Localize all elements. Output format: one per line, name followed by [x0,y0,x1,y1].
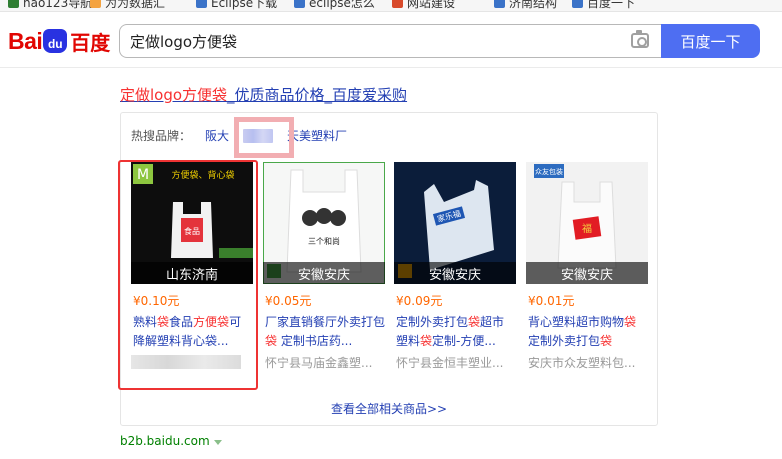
domain-text: b2b.baidu.com [120,434,210,448]
result-domain[interactable]: b2b.baidu.com [120,434,222,448]
product-price: ¥0.01元 [528,294,575,308]
logo-text-cn: 百度 [70,30,111,55]
bookmark-label: 网站建设 [407,0,456,10]
search-input[interactable]: 定做logo方便袋 [119,24,661,58]
svg-text:三个和尚: 三个和尚 [308,236,340,246]
paw-icon: du [43,29,68,53]
bookmark-item[interactable]: 为为数据汇 [90,0,165,11]
highlight-box-pink [234,117,294,158]
product-item[interactable]: 众友包装福安徽安庆 ¥0.01元 背心塑料超市购物袋 定制外卖打包袋 安庆市众友塑料包… [526,162,648,370]
bookmark-icon [494,0,505,8]
product-image[interactable]: 家乐福 安徽安庆 [394,162,516,284]
bookmark-label: 为为数据汇 [105,0,166,10]
bookmark-item[interactable]: hao123导航 [8,0,92,11]
brand-link[interactable]: 阪大 [205,127,229,144]
camera-icon[interactable] [631,30,649,48]
bookmark-icon [572,0,583,8]
highlight-box-red [118,160,258,390]
bookmark-item[interactable]: 网站建设 [392,0,455,11]
bookmark-icon [294,0,305,8]
product-title-part: 定制外卖打包 [396,315,469,329]
svg-text:福: 福 [582,222,592,235]
product-title-part: 定制-方便... [432,334,496,348]
bookmark-label: eclipse怎么 [309,0,375,10]
baidu-logo[interactable]: Bai du 百度 [8,27,111,55]
bookmark-item[interactable]: 济南结构 [494,0,557,11]
result-title-link[interactable]: 定做logo方便袋_优质商品价格_百度爱采购 [120,84,407,105]
product-title-part: 定制外卖打包 [528,334,601,348]
search-button[interactable]: 百度一下 [661,24,760,58]
product-title-link[interactable]: 背心塑料超市购物袋 定制外卖打包袋 [526,313,648,351]
product-title-part: 定制书店药... [277,334,353,348]
product-price: ¥0.05元 [265,294,312,308]
search-query-text: 定做logo方便袋 [130,33,238,51]
product-title-link[interactable]: 定制外卖打包袋超市塑料袋定制-方便... [394,313,516,351]
shop-name[interactable]: 怀宁县马庙金鑫塑... [263,354,385,370]
bookmark-label: Eclipse下载 [211,0,278,10]
hot-brands-label: 热搜品牌： [131,129,192,143]
product-item[interactable]: 三个和尚安徽安庆 ¥0.05元厂家直销餐厅外卖打包袋 定制书店药... 怀宁县马庙金… [263,162,385,370]
view-all-link[interactable]: 查看全部相关商品>> [121,400,657,417]
product-image[interactable]: 三个和尚 安徽安庆 [263,162,385,284]
product-title-part: 袋 [468,315,481,329]
location-band: 安徽安庆 [394,262,516,284]
result-title-highlight: 定做logo方便袋 [120,86,228,104]
product-title-part: 袋 [265,334,278,348]
shop-name[interactable]: 怀宁县金恒丰塑业... [394,354,516,370]
product-title-part: 背心塑料超市购物 [528,315,625,329]
bookmark-item[interactable]: Eclipse下载 [196,0,277,11]
logo-text-bai: Bai [8,27,43,54]
product-title-part: 袋 [420,334,433,348]
result-title-rest: _优质商品价格_百度爱采购 [227,86,408,104]
product-title-part: 袋 [600,334,613,348]
product-price: ¥0.09元 [396,294,443,308]
header: Bai du 百度 定做logo方便袋 百度一下 [0,12,782,68]
bookmark-label: 百度一下 [587,0,636,10]
bookmark-label: 济南结构 [509,0,558,10]
product-title-link[interactable]: 厂家直销餐厅外卖打包袋 定制书店药... [263,313,385,351]
bookmark-icon [90,0,101,8]
svg-text:众友包装: 众友包装 [535,167,563,176]
bookmark-item[interactable]: 百度一下 [572,0,635,11]
bookmark-icon [196,0,207,8]
brand-link[interactable]: 天美塑料厂 [287,127,347,144]
product-item[interactable]: 家乐福 安徽安庆 ¥0.09元定制外卖打包袋超市塑料袋定制-方便... 怀宁县金恒丰塑… [394,162,516,370]
bookmark-label: hao123导航 [23,0,93,10]
bookmark-icon [392,0,403,8]
dropdown-triangle-icon[interactable] [213,439,222,445]
location-band: 安徽安庆 [526,262,648,284]
product-title-part: 袋 [624,315,637,329]
bookmarks-bar: hao123导航 为为数据汇 Eclipse下载 eclipse怎么 网站建设 济南结构 百… [0,0,782,12]
product-image[interactable]: 众友包装福安徽安庆 [526,162,648,284]
product-title-part: 厂家直销餐厅外卖打包 [265,315,385,329]
location-band: 安徽安庆 [263,262,385,284]
bookmark-icon [8,0,19,8]
shop-name[interactable]: 安庆市众友塑料包... [526,354,648,370]
bookmark-item[interactable]: eclipse怎么 [294,0,375,11]
